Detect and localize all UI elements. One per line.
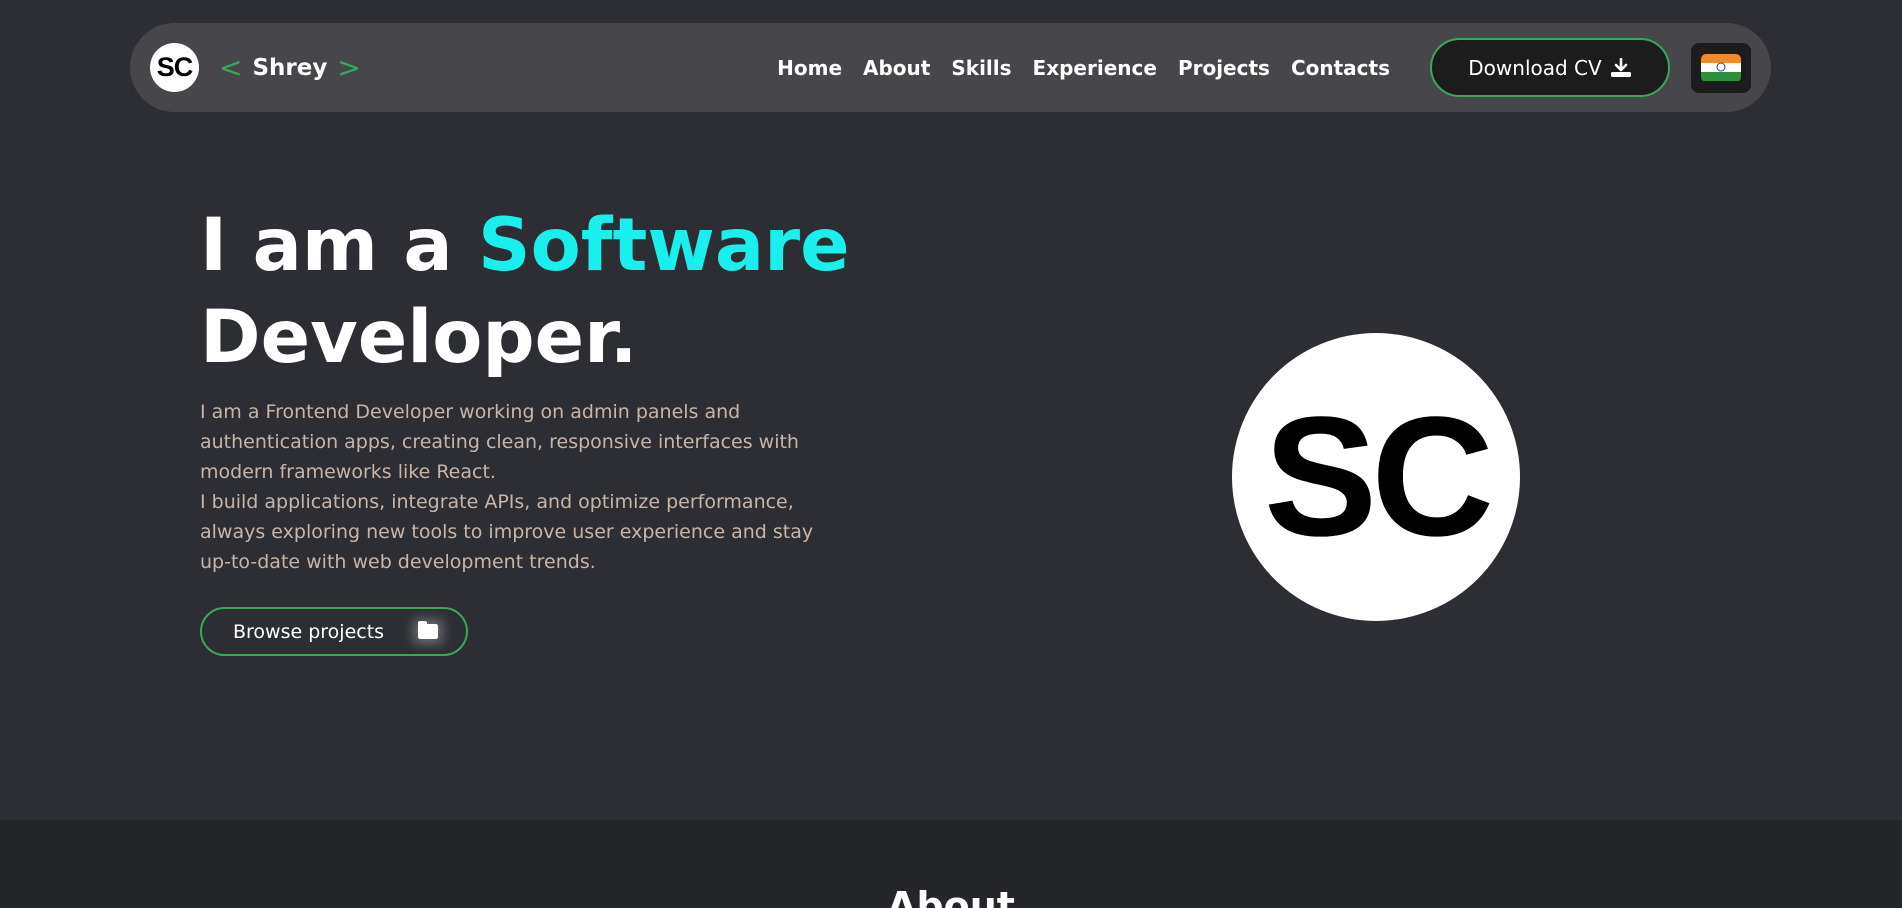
- nav-link-skills[interactable]: Skills: [951, 56, 1011, 80]
- page: SC < Shrey > Home About Skills Experienc…: [0, 0, 1902, 908]
- navbar: SC < Shrey > Home About Skills Experienc…: [130, 23, 1771, 112]
- india-flag-icon: [1701, 53, 1741, 82]
- download-icon: [1610, 57, 1631, 77]
- hero-title: I am a Software Developer.: [200, 200, 850, 384]
- hero-title-suffix: Developer.: [200, 295, 638, 380]
- hero-title-prefix: I am a: [200, 203, 478, 288]
- hero-description-1: I am a Frontend Developer working on adm…: [200, 401, 799, 483]
- folder-icon: [418, 621, 438, 639]
- brand-open-bracket: <: [219, 51, 243, 84]
- about-section: About: [0, 820, 1902, 908]
- browse-projects-label: Browse projects: [233, 620, 385, 643]
- brand-text[interactable]: < Shrey >: [219, 51, 361, 84]
- language-button[interactable]: [1691, 42, 1751, 93]
- hero-description: I am a Frontend Developer working on adm…: [200, 397, 840, 577]
- brand-close-bracket: >: [337, 51, 361, 84]
- hero-avatar-logo: SC: [1232, 333, 1520, 621]
- nav-link-contacts[interactable]: Contacts: [1291, 56, 1390, 80]
- hero-description-2: I build applications, integrate APIs, an…: [200, 491, 814, 573]
- download-cv-button[interactable]: Download CV: [1430, 38, 1670, 97]
- nav-link-home[interactable]: Home: [777, 56, 842, 80]
- hero-title-accent: Software: [478, 203, 850, 288]
- browse-projects-button[interactable]: Browse projects: [200, 607, 468, 656]
- brand[interactable]: SC < Shrey >: [150, 43, 361, 92]
- download-cv-label: Download CV: [1468, 55, 1602, 80]
- brand-logo[interactable]: SC: [150, 43, 199, 92]
- nav-links: Home About Skills Experience Projects Co…: [756, 56, 1390, 80]
- brand-name: Shrey: [252, 54, 328, 81]
- nav-link-experience[interactable]: Experience: [1033, 56, 1157, 80]
- nav-link-projects[interactable]: Projects: [1178, 56, 1270, 80]
- nav-link-about[interactable]: About: [863, 56, 930, 80]
- about-title: About: [887, 884, 1015, 908]
